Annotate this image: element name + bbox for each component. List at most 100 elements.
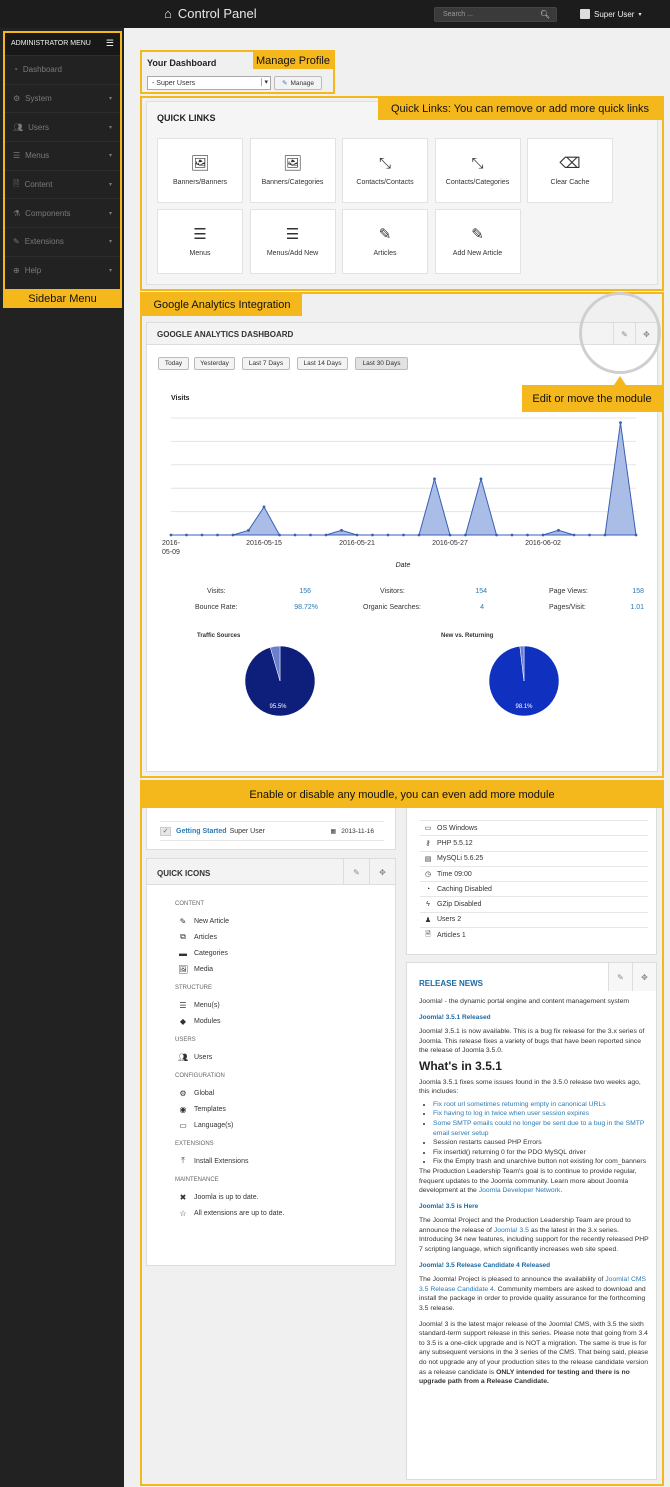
sidebar-item-menus[interactable]: ☰ Menus ▾ [5, 141, 120, 170]
dashboard-select[interactable]: - Super Users ▾ [147, 76, 271, 90]
key-icon: ⚷ [425, 840, 431, 848]
system-info-row: ⚷ PHP 5.5.12 [420, 835, 648, 850]
quick-icon-joomla-is-up-to-date[interactable]: ✖ Joomla is up to date. [175, 1189, 375, 1205]
quick-link-add-new-article[interactable]: ✎ Add New Article [434, 209, 521, 274]
system-info-row: ♟ Users 2 [420, 911, 648, 927]
sidebar-item-label: System [25, 94, 52, 104]
quick-icon-menu-s[interactable]: ☰ Menu(s) [175, 997, 375, 1013]
upload-icon: ⤒ [181, 1156, 185, 1165]
edit-icon[interactable]: ✎ [608, 963, 632, 991]
release-news-body: Joomla! - the dynamic portal engine and … [419, 997, 649, 1393]
range-button-last-14-days[interactable]: Last 14 Days [297, 357, 348, 370]
brand[interactable]: ⌂ Control Panel [164, 6, 257, 21]
quick-icon-install-extensions[interactable]: ⤒ Install Extensions [175, 1153, 375, 1169]
move-icon[interactable]: ✥ [369, 859, 395, 885]
rn-heading-1[interactable]: Joomla! 3.5.1 Released [419, 1013, 649, 1023]
range-button-last-7-days[interactable]: Last 7 Days [242, 357, 290, 370]
quick-icon-modules[interactable]: ◆ Modules [175, 1013, 375, 1029]
page-title: Control Panel [177, 6, 257, 21]
quick-icon-categories[interactable]: ▬ Categories [175, 945, 375, 961]
chevron-down-icon: ▾ [108, 124, 112, 131]
getting-started-row: ✓ Getting Started Super User ▦ 2013-11-1… [160, 821, 384, 841]
quick-link-label: Contacts/Contacts [356, 178, 414, 186]
sidebar-item-content[interactable]: 🗎︎ Content ▾ [5, 169, 120, 199]
quick-icon-global[interactable]: ⚙ Global [175, 1085, 375, 1101]
data-point [433, 477, 436, 481]
image-icon: 🖼︎ [178, 964, 189, 974]
quick-link-label: Menus [189, 249, 211, 257]
quick-icon-articles[interactable]: ⧉ Articles [175, 929, 375, 945]
system-info-row: ▭ OS Windows [420, 820, 648, 835]
quick-icon-label: New Article [194, 917, 230, 925]
quick-link-banners-banners[interactable]: 🖼︎ Banners/Banners [157, 138, 243, 203]
quick-link-contacts-categories[interactable]: ⤡ Contacts/Categories [434, 138, 521, 203]
quick-link-banners-categories[interactable]: 🖼︎ Banners/Categories [249, 138, 336, 203]
rn-big-heading: What's in 3.5.1 [419, 1058, 502, 1073]
user-menu[interactable]: Super User ▾ [580, 9, 641, 19]
range-button-last-30-days[interactable]: Last 30 Days [355, 357, 408, 370]
chevron-down-icon: ▾ [108, 239, 112, 246]
monitor-icon: ▭ [424, 825, 432, 833]
quick-link-menus[interactable]: ☰ Menus [157, 209, 243, 274]
chevron-down-icon: ▾ [261, 78, 268, 86]
sidebar-item-users[interactable]: 👥︎ Users ▾ [5, 112, 120, 141]
rn-heading-3[interactable]: Joomla! 3.5 Release Candidate 4 Released [419, 1261, 649, 1271]
rn-bullet-link[interactable]: Some SMTP emails could no longer be sent… [433, 1120, 644, 1137]
rn-joomla-35-link[interactable]: Joomla! 3.5 [494, 1227, 529, 1234]
rn-bullet-link[interactable]: Fix having to log in twice when user ses… [433, 1110, 589, 1117]
rn-paragraph-6: Joomla! 3 is the latest major release of… [419, 1320, 649, 1387]
comments-icon: ▭ [179, 1120, 187, 1130]
search-input[interactable]: Search ... 🔍︎ [434, 7, 557, 22]
quick-icon-label: Menu(s) [194, 1001, 220, 1009]
system-info-label: Users 2 [437, 916, 462, 924]
quick-icons-section-title: CONTENT [175, 901, 204, 907]
sidebar-item-help[interactable]: ⊕ Help ▾ [5, 255, 120, 285]
quick-icon-label: Joomla is up to date. [194, 1193, 259, 1201]
getting-started-link[interactable]: Getting Started [176, 828, 227, 835]
visits-label: Visits: [207, 588, 226, 595]
sidebar-item-extensions[interactable]: ✎ Extensions ▾ [5, 227, 120, 256]
pie-label: 98.1% [515, 704, 533, 710]
range-button-yesterday[interactable]: Yesterday [194, 357, 235, 370]
quick-icon-label: Categories [194, 949, 228, 957]
rn-developer-network-link[interactable]: Joomla Developer Network [479, 1187, 561, 1194]
system-info-label: PHP 5.5.12 [437, 839, 473, 847]
hamburger-icon[interactable]: ☰ [106, 38, 114, 49]
quick-icons-section-title: EXTENSIONS [175, 1141, 214, 1147]
edit-icon[interactable]: ✎ [343, 859, 369, 885]
rn-paragraph-4: The Joomla! Project and the Production L… [419, 1216, 649, 1254]
release-news-title: RELEASE NEWS [419, 979, 484, 988]
system-info-row: ϟ GZip Disabled [420, 896, 648, 911]
quick-icon-media[interactable]: 🖼︎ Media [175, 961, 375, 977]
data-point [526, 533, 529, 537]
sidebar-annotation: Sidebar Menu [3, 290, 122, 308]
quick-link-clear-cache[interactable]: ⌫ Clear Cache [527, 138, 613, 203]
compress-icon: ⤡ [471, 154, 484, 172]
quick-icon-all-extensions-are-up-to-date[interactable]: ☆ All extensions are up to date. [175, 1205, 375, 1221]
sidebar-item-system[interactable]: ⚙ System ▾ [5, 83, 120, 113]
sidebar-item-components[interactable]: ⚗ Components ▾ [5, 198, 120, 227]
quick-icon-users[interactable]: 👥︎ Users [175, 1049, 375, 1065]
quick-link-label: Add New Article [452, 249, 503, 257]
quick-link-menus-add-new[interactable]: ☰ Menus/Add New [249, 209, 336, 274]
rn-p6-text: Joomla! 3 is the latest major release of… [419, 1320, 649, 1376]
quick-link-articles[interactable]: ✎ Articles [342, 209, 428, 274]
quick-link-contacts-contacts[interactable]: ⤡ Contacts/Contacts [342, 138, 428, 203]
manage-label: Manage [290, 79, 314, 87]
move-icon[interactable]: ✥ [632, 963, 656, 991]
quick-icon-label: Media [194, 965, 214, 973]
quick-icon-language-s[interactable]: ▭ Language(s) [175, 1117, 375, 1133]
getting-started-user: Super User [229, 827, 265, 835]
quick-icon-new-article[interactable]: ✎ New Article [175, 913, 375, 929]
quick-icon-label: Modules [194, 1017, 221, 1025]
pageviews-label: Page Views: [549, 588, 588, 595]
rn-heading-2[interactable]: Joomla! 3.5 is Here [419, 1202, 649, 1212]
range-button-today[interactable]: Today [158, 357, 189, 370]
quick-icon-templates[interactable]: ◉ Templates [175, 1101, 375, 1117]
manage-button[interactable]: ✎ Manage [274, 76, 322, 90]
rn-bullet-link[interactable]: Fix root url sometimes returning empty i… [433, 1101, 606, 1108]
data-point [417, 533, 421, 537]
sidebar-item-dashboard[interactable]: ◔ Dashboard [5, 55, 120, 84]
sidebar-item-label: Users [28, 122, 50, 132]
search-icon[interactable]: 🔍︎ [540, 10, 550, 19]
